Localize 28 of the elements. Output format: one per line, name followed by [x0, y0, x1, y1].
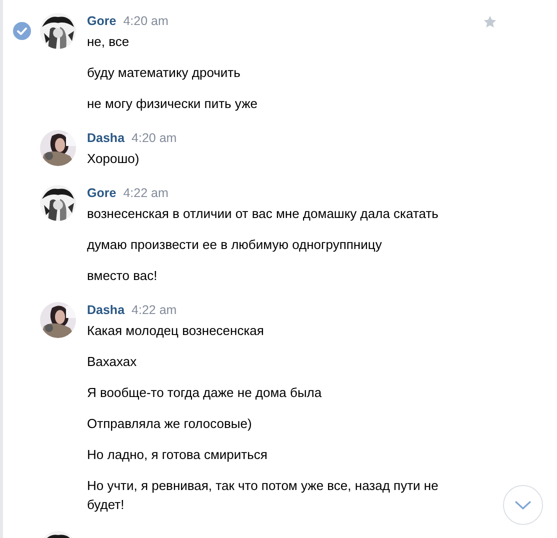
- message-time: 4:20 am: [123, 13, 168, 30]
- message-row[interactable]: Dasha 4:20 am Хорошо): [3, 130, 557, 168]
- message-text: Но учти, я ревнивая, так что потом уже все, назад пути не будет!: [87, 477, 440, 514]
- author-name[interactable]: Gore: [87, 185, 116, 202]
- message-row[interactable]: Gore 4:20 am не, все буду математику дрочить не могу физически пить уже: [3, 13, 557, 113]
- star-icon[interactable]: [483, 15, 497, 29]
- message-text: Я вообще-то тогда даже не дома была: [87, 384, 323, 402]
- message-text: Вахахах: [87, 353, 138, 371]
- author-name[interactable]: Dasha: [87, 130, 125, 147]
- message-text: думаю произвести ее в любимую одногруппницу: [87, 236, 383, 254]
- message-text: Отправляла же голосовые): [87, 415, 253, 433]
- message-row[interactable]: Gore 4:22 am вознесенская в отличии от вас мне домашку дала скатать думаю произвести ее в любимую одногруппницу вместо вас!: [3, 185, 557, 285]
- message-text: не, все: [87, 33, 130, 51]
- selected-check-icon[interactable]: [12, 22, 30, 40]
- chevron-down-icon: [515, 500, 531, 510]
- message-text: вознесенская в отличии от вас мне домашку дала скатать: [87, 205, 440, 223]
- message-time: 4:22 am: [132, 302, 177, 319]
- author-name[interactable]: Gore: [87, 13, 116, 30]
- author-name[interactable]: Dasha: [87, 302, 125, 319]
- message-text: не могу физически пить уже: [87, 95, 258, 113]
- message-time: 4:22 am: [123, 185, 168, 202]
- message-text: вместо вас!: [87, 267, 158, 285]
- message-text: Но ладно, я готова смириться: [87, 446, 268, 464]
- message-text: буду математику дрочить: [87, 64, 242, 82]
- message-text: Хорошо): [87, 150, 140, 168]
- message-time: 4:20 am: [132, 130, 177, 147]
- scroll-down-button[interactable]: [503, 485, 543, 525]
- message-text: Какая молодец вознесенская: [87, 322, 265, 340]
